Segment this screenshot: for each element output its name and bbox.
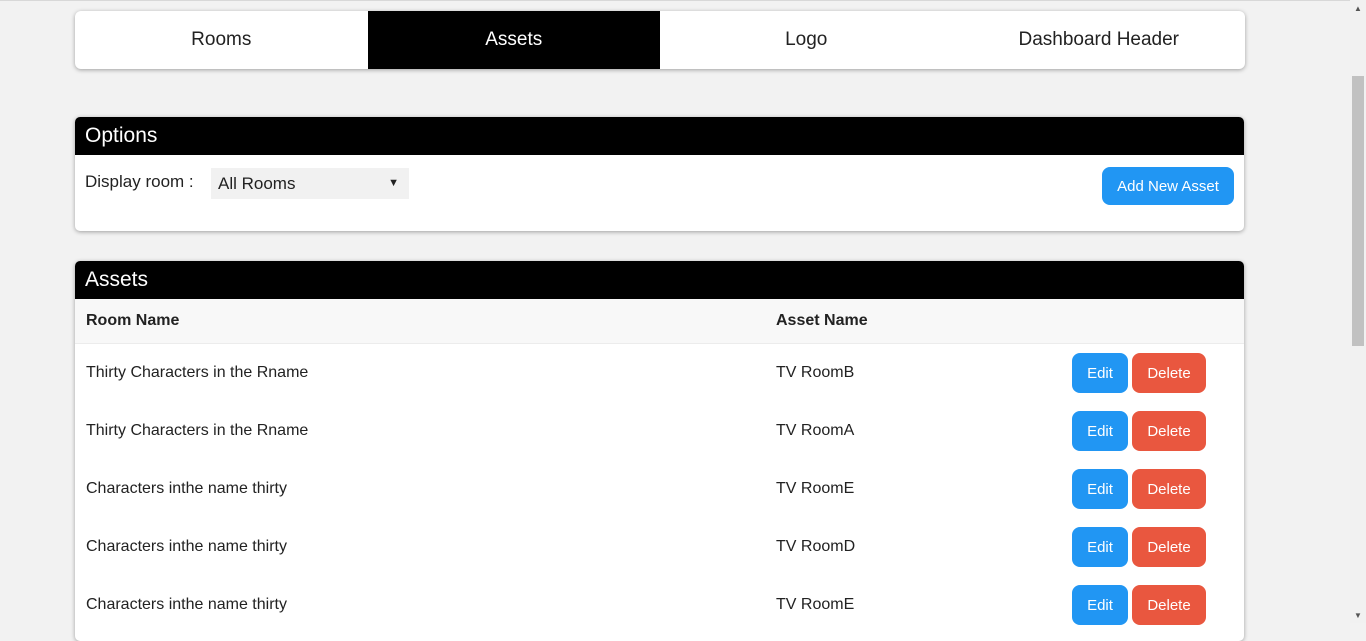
table-header: Room Name Asset Name [75,299,1244,344]
edit-button[interactable]: Edit [1072,353,1128,393]
tab-bar: Rooms Assets Logo Dashboard Header [75,11,1245,69]
room-name-cell: Characters inthe name thirty [86,596,287,613]
table-row: Thirty Characters in the Rname TV RoomB … [75,344,1244,402]
display-room-label: Display room : [85,172,194,191]
column-room-name: Room Name [86,312,180,330]
options-title: Options [75,117,1244,155]
delete-button[interactable]: Delete [1132,411,1206,451]
page-scrollbar[interactable]: ▲ ▼ [1350,0,1366,623]
table-row: Characters inthe name thirty TV RoomD Ed… [75,518,1244,576]
column-asset-name: Asset Name [776,312,868,330]
delete-button[interactable]: Delete [1132,469,1206,509]
room-name-cell: Thirty Characters in the Rname [86,422,309,439]
edit-button[interactable]: Edit [1072,585,1128,625]
room-name-cell: Characters inthe name thirty [86,538,287,555]
options-panel: Options Display room : All Rooms ▼ Add N… [75,117,1244,231]
asset-name-cell: TV RoomB [776,364,855,381]
asset-name-cell: TV RoomE [776,480,855,497]
triangle-down-icon: ▼ [388,177,399,189]
room-select[interactable]: All Rooms ▼ [211,168,409,199]
add-new-asset-button[interactable]: Add New Asset [1102,167,1234,205]
asset-name-cell: TV RoomA [776,422,855,439]
tab-assets[interactable]: Assets [367,11,660,69]
asset-name-cell: TV RoomE [776,596,855,613]
assets-panel: Assets Room Name Asset Name Thirty Chara… [75,261,1244,641]
tab-rooms[interactable]: Rooms [75,11,368,69]
edit-button[interactable]: Edit [1072,527,1128,567]
table-row: Characters inthe name thirty TV RoomE Ed… [75,576,1244,634]
table-row: Thirty Characters in the Rname TV RoomA … [75,402,1244,460]
scroll-down-arrow-icon[interactable]: ▼ [1350,607,1366,623]
edit-button[interactable]: Edit [1072,411,1128,451]
room-name-cell: Characters inthe name thirty [86,480,287,497]
room-select-value: All Rooms [218,174,296,193]
scroll-up-arrow-icon[interactable]: ▲ [1350,0,1366,16]
tab-dashboard-header[interactable]: Dashboard Header [953,11,1246,69]
assets-title: Assets [75,261,1244,299]
delete-button[interactable]: Delete [1132,527,1206,567]
tab-logo[interactable]: Logo [660,11,953,69]
delete-button[interactable]: Delete [1132,353,1206,393]
options-body: Display room : All Rooms ▼ Add New Asset [75,155,1244,231]
top-border [0,0,1350,1]
table-row: Characters inthe name thirty TV RoomE Ed… [75,460,1244,518]
edit-button[interactable]: Edit [1072,469,1128,509]
scroll-thumb[interactable] [1352,76,1364,346]
delete-button[interactable]: Delete [1132,585,1206,625]
room-name-cell: Thirty Characters in the Rname [86,364,309,381]
asset-name-cell: TV RoomD [776,538,856,555]
